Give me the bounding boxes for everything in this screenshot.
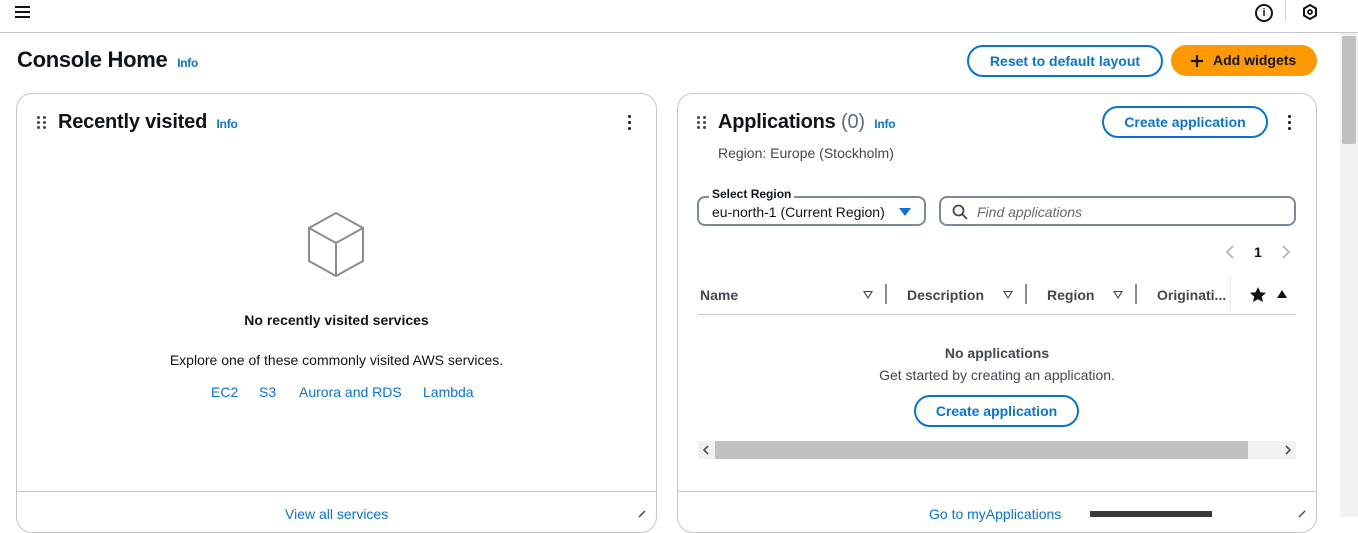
service-link-aurora-rds[interactable]: Aurora and RDS [299,384,402,400]
scroll-right-icon[interactable] [1284,445,1292,455]
recently-visited-info-link[interactable]: Info [216,117,237,131]
view-all-services-link[interactable]: View all services [285,506,388,522]
applications-title: Applications (0) Info [718,111,896,134]
service-link-lambda[interactable]: Lambda [423,384,474,400]
explore-services-text: Explore one of these commonly visited AW… [169,352,504,368]
divider [698,314,1296,315]
caret-down-icon[interactable] [899,208,911,216]
search-icon [952,204,968,220]
sort-icon[interactable] [1113,291,1123,299]
more-options-icon[interactable] [628,115,632,131]
no-applications-title: No applications [944,345,1050,361]
empty-create-application-button[interactable]: Create application [914,395,1079,427]
cube-icon [308,211,364,278]
top-navigation-bar: i [0,0,1358,33]
drag-handle-icon[interactable] [37,116,47,130]
page-scrollbar-thumb[interactable] [1342,36,1356,144]
plus-icon [1191,55,1203,67]
region-text: Region: Europe (Stockholm) [718,145,894,161]
no-applications-text: Get started by creating an application. [879,367,1115,383]
column-divider[interactable] [885,284,887,304]
scroll-left-icon[interactable] [702,445,710,455]
column-header-name[interactable]: Name [700,287,738,303]
divider [1285,0,1286,22]
sort-ascending-icon[interactable] [1277,290,1287,298]
recently-visited-title: Recently visited Info [58,111,238,134]
chevron-right-icon[interactable] [1281,245,1291,259]
add-widgets-button[interactable]: Add widgets [1171,45,1317,76]
applications-title-text: Applications [718,111,836,133]
go-to-myapplications-link[interactable]: Go to myApplications [929,506,1061,522]
applications-count: (0) [840,111,865,133]
overlay-bar [1090,511,1212,517]
create-application-label: Create application [1124,114,1246,130]
no-recent-services-title: No recently visited services [244,312,429,328]
sort-icon[interactable] [863,291,873,299]
column-header-origination[interactable]: Originati... [1157,287,1226,303]
service-link-ec2[interactable]: EC2 [211,384,238,400]
sort-icon[interactable] [1003,291,1013,299]
recently-visited-title-text: Recently visited [58,111,208,133]
more-options-icon[interactable] [1288,115,1292,131]
drag-handle-icon[interactable] [697,116,707,130]
page-info-link[interactable]: Info [177,56,198,70]
chevron-left-icon[interactable] [1225,245,1235,259]
divider [678,491,1316,492]
star-icon[interactable] [1249,286,1267,303]
column-header-description[interactable]: Description [907,287,984,303]
reset-layout-button[interactable]: Reset to default layout [967,45,1163,77]
hamburger-icon[interactable] [15,4,31,20]
create-application-button[interactable]: Create application [1102,106,1268,138]
column-divider [1230,276,1231,312]
find-applications-placeholder: Find applications [977,204,1083,220]
page-title-text: Console Home [17,47,168,72]
page-number[interactable]: 1 [1254,244,1262,260]
reset-layout-label: Reset to default layout [989,53,1141,69]
page-title: Console Home Info [17,47,198,73]
column-header-region[interactable]: Region [1047,287,1094,303]
hexagon-icon[interactable] [1302,4,1318,20]
info-circle-icon[interactable]: i [1255,4,1273,22]
column-divider[interactable] [1025,284,1027,304]
add-widgets-label: Add widgets [1213,52,1297,68]
empty-create-application-label: Create application [935,403,1058,419]
table-scrollbar-thumb[interactable] [715,441,1248,459]
select-region-value: eu-north-1 (Current Region) [712,204,885,220]
divider [17,491,656,492]
column-divider[interactable] [1135,284,1137,304]
applications-info-link[interactable]: Info [874,117,895,131]
select-region-label: Select Region [709,187,795,201]
service-link-s3[interactable]: S3 [259,384,276,400]
